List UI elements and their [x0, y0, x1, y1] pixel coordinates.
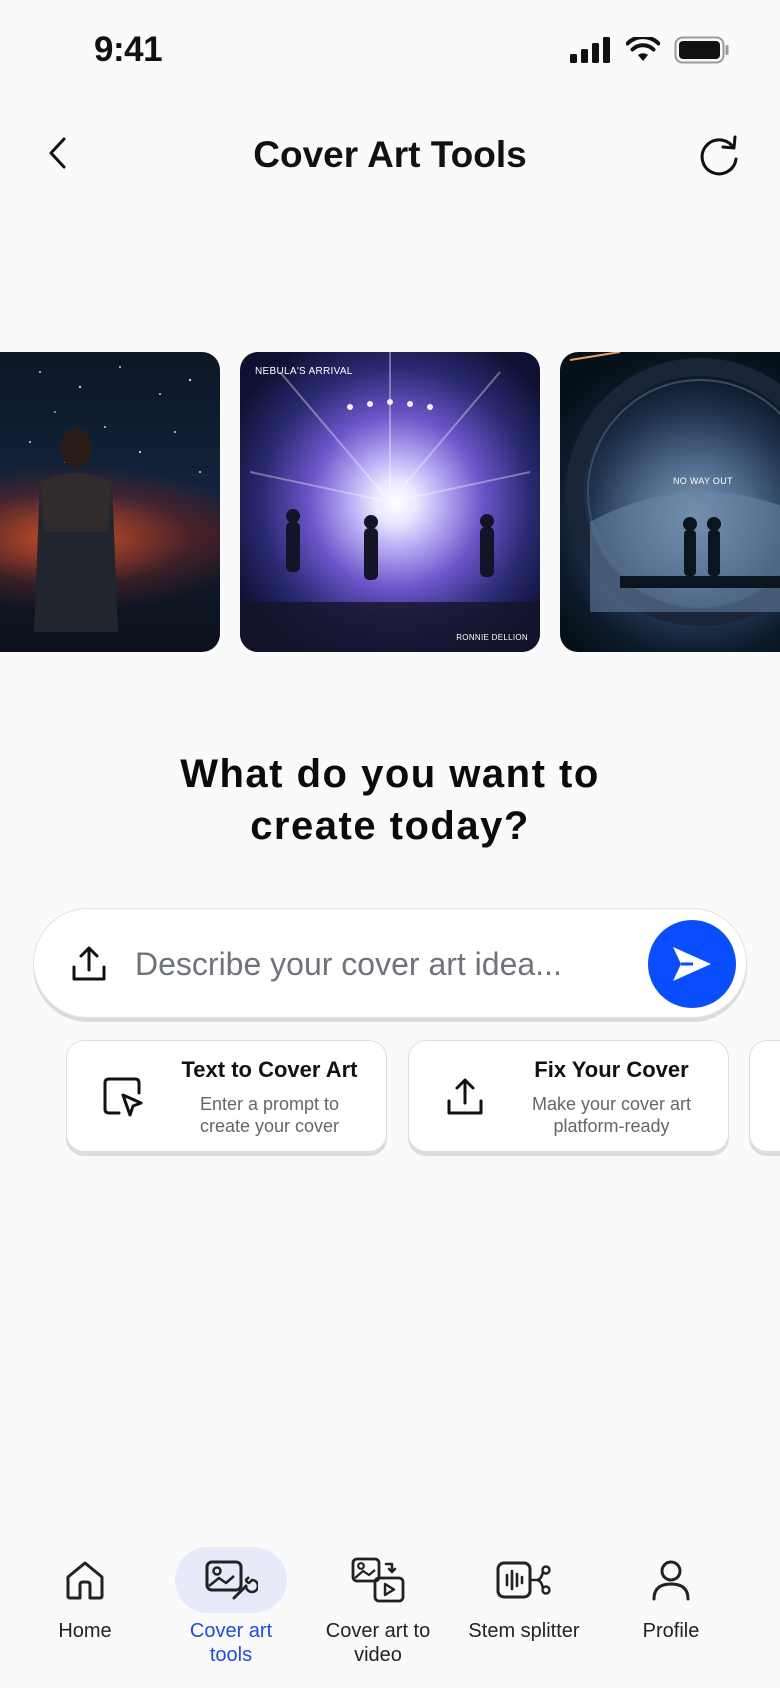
tool-card-description: Make your cover art platform-ready	[509, 1093, 714, 1137]
image-wrench-icon	[205, 1560, 258, 1600]
tool-card-text-to-cover-art[interactable]: Text to Cover Art Enter a prompt to crea…	[66, 1040, 387, 1152]
prompt-heading-line1: What do you want to	[180, 752, 600, 796]
nav-item-home[interactable]: Home	[10, 1535, 160, 1643]
prompt-input[interactable]	[135, 939, 615, 989]
nav-label: Cover art tools	[156, 1619, 306, 1667]
nav-label-line: Cover art	[189, 1620, 273, 1642]
nav-label-line: video	[354, 1644, 402, 1666]
nav-label-line: Home	[58, 1620, 112, 1642]
send-icon	[673, 947, 711, 981]
nav-icon	[615, 1547, 727, 1613]
nav-item-cover-art-tools[interactable]: Cover art tools	[156, 1535, 306, 1667]
page-title: Cover Art Tools	[253, 134, 527, 175]
nav-label: Cover art to video	[303, 1619, 453, 1667]
nav-label: Profile	[596, 1619, 746, 1643]
nav-label-line: tools	[209, 1644, 253, 1666]
tool-card-title: Text to Cover Art	[181, 1057, 358, 1082]
nav-icon	[175, 1547, 287, 1613]
cover-art-card[interactable]: NO WAY OUT	[560, 352, 780, 652]
cover-art-card[interactable]: NEBULA'S ARRIVAL RONNIE DELLION	[240, 352, 540, 652]
tool-card-title: Fix Your Cover	[534, 1057, 689, 1082]
tool-card-desc-line: create your cover	[199, 1116, 340, 1136]
status-time: 9:41	[94, 30, 163, 69]
send-button[interactable]	[648, 920, 736, 1008]
cursor-select-icon	[103, 1077, 143, 1117]
cover-art-card[interactable]	[0, 352, 220, 652]
wifi-icon	[626, 37, 660, 61]
prompt-heading-line2: create today?	[250, 804, 530, 848]
nav-label-line: Profile	[642, 1620, 700, 1642]
bottom-nav: Home Cover art tools Cover art to video …	[0, 1535, 780, 1688]
upload-button[interactable]	[68, 943, 110, 985]
status-icons	[570, 36, 730, 64]
prompt-bar	[33, 908, 747, 1018]
space-window-image	[566, 352, 780, 626]
nav-icon	[468, 1547, 580, 1613]
screen: 9:41 Cover Art Tools NEBULA'S ARRIVAL RO…	[0, 0, 780, 1688]
nav-label-line: Stem splitter	[468, 1620, 580, 1642]
refresh-button[interactable]	[696, 132, 742, 178]
image-to-video-icon	[351, 1557, 405, 1603]
starfield-image	[29, 366, 201, 632]
art-caption: NO WAY OUT	[673, 476, 733, 486]
nav-icon	[322, 1547, 434, 1613]
signal-icon	[570, 37, 610, 63]
nav-item-profile[interactable]: Profile	[596, 1535, 746, 1643]
cover-art-carousel[interactable]: NEBULA'S ARRIVAL RONNIE DELLION NO WAY O…	[0, 352, 780, 652]
upload-icon	[72, 946, 106, 981]
stem-splitter-icon	[496, 1561, 551, 1599]
nav-icon	[29, 1547, 141, 1613]
battery-icon	[674, 36, 729, 64]
nav-label: Home	[10, 1619, 160, 1643]
nav-item-stem-splitter[interactable]: Stem splitter	[449, 1535, 599, 1643]
tool-card-partial[interactable]	[749, 1040, 780, 1152]
tool-card-desc-line: Make your cover art	[531, 1094, 692, 1114]
art-caption: RONNIE DELLION	[456, 633, 528, 642]
tool-card-desc-line: platform-ready	[553, 1116, 670, 1136]
art-caption: NEBULA'S ARRIVAL	[255, 366, 353, 377]
nav-item-cover-art-to-video[interactable]: Cover art to video	[303, 1535, 453, 1667]
home-icon	[66, 1561, 104, 1600]
person-icon	[652, 1560, 690, 1601]
tool-card-fix-your-cover[interactable]: Fix Your Cover Make your cover art platf…	[408, 1040, 729, 1152]
nav-label: Stem splitter	[449, 1619, 599, 1643]
refresh-icon	[700, 135, 738, 176]
concert-image	[240, 352, 540, 652]
nav-label-line: Cover art to	[325, 1620, 431, 1642]
tool-card-desc-line: Enter a prompt to	[199, 1094, 340, 1114]
tool-card-description: Enter a prompt to create your cover	[167, 1093, 372, 1137]
upload-icon	[447, 1078, 483, 1115]
prompt-heading: What do you want to create today?	[0, 748, 780, 852]
